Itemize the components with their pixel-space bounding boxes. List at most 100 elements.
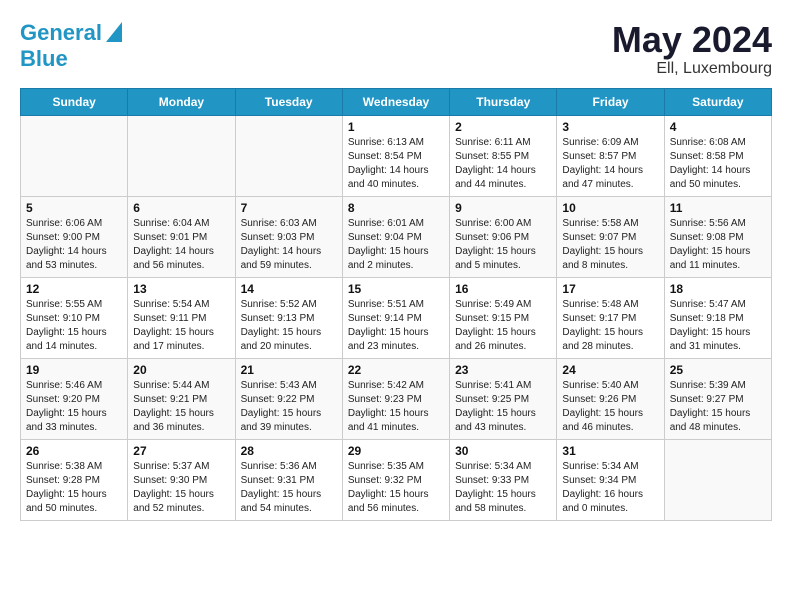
calendar-cell [128, 115, 235, 196]
calendar-cell: 27Sunrise: 5:37 AM Sunset: 9:30 PM Dayli… [128, 439, 235, 520]
day-number: 20 [133, 363, 229, 377]
day-info: Sunrise: 6:08 AM Sunset: 8:58 PM Dayligh… [670, 136, 766, 192]
calendar-cell: 1 Sunrise: 6:13 AM Sunset: 8:54 PM Daylig… [342, 115, 449, 196]
calendar-cell: 19 Sunrise: 5:46 AM Sunset: 9:20 PM Dayli… [21, 358, 128, 439]
day-info: Sunrise: 6:13 AM Sunset: 8:54 PM Dayligh… [348, 136, 444, 192]
day-number: 18 [670, 282, 766, 296]
calendar-cell: 5 Sunrise: 6:06 AM Sunset: 9:00 PM Daylig… [21, 196, 128, 277]
calendar-cell [664, 439, 771, 520]
calendar-cell: 23 Sunrise: 5:41 AM Sunset: 9:25 PM Dayli… [450, 358, 557, 439]
day-info: Sunrise: 5:46 AM Sunset: 9:20 PM Dayligh… [26, 379, 122, 435]
calendar-cell: 30 Sunrise: 5:34 AM Sunset: 9:33 PM Dayli… [450, 439, 557, 520]
day-number: 4 [670, 120, 766, 134]
day-number: 5 [26, 201, 122, 215]
calendar-cell: 26 Sunrise: 5:38 AM Sunset: 9:28 PM Dayli… [21, 439, 128, 520]
calendar-cell: 31Sunrise: 5:34 AM Sunset: 9:34 PM Dayli… [557, 439, 664, 520]
day-info: Sunrise: 5:34 AM Sunset: 9:33 PM Dayligh… [455, 460, 551, 516]
day-info: Sunrise: 5:49 AM Sunset: 9:15 PM Dayligh… [455, 298, 551, 354]
weekday-header-wednesday: Wednesday [342, 88, 449, 115]
title-block: May 2024 Ell, Luxembourg [612, 20, 772, 78]
weekday-header-sunday: Sunday [21, 88, 128, 115]
weekday-header-friday: Friday [557, 88, 664, 115]
day-number: 15 [348, 282, 444, 296]
weekday-header-tuesday: Tuesday [235, 88, 342, 115]
day-info: Sunrise: 5:34 AM Sunset: 9:34 PM Dayligh… [562, 460, 658, 516]
day-number: 25 [670, 363, 766, 377]
month-title: May 2024 [612, 20, 772, 60]
calendar-cell: 13 Sunrise: 5:54 AM Sunset: 9:11 PM Dayli… [128, 277, 235, 358]
calendar-cell: 9Sunrise: 6:00 AM Sunset: 9:06 PM Daylig… [450, 196, 557, 277]
day-info: Sunrise: 5:54 AM Sunset: 9:11 PM Dayligh… [133, 298, 229, 354]
calendar-week-2: 5 Sunrise: 6:06 AM Sunset: 9:00 PM Daylig… [21, 196, 772, 277]
day-number: 27 [133, 444, 229, 458]
day-number: 14 [241, 282, 337, 296]
calendar-cell: 21 Sunrise: 5:43 AM Sunset: 9:22 PM Dayli… [235, 358, 342, 439]
day-info: Sunrise: 5:40 AM Sunset: 9:26 PM Dayligh… [562, 379, 658, 435]
day-info: Sunrise: 5:41 AM Sunset: 9:25 PM Dayligh… [455, 379, 551, 435]
calendar-week-1: 1 Sunrise: 6:13 AM Sunset: 8:54 PM Daylig… [21, 115, 772, 196]
day-number: 16 [455, 282, 551, 296]
location: Ell, Luxembourg [612, 60, 772, 78]
day-number: 30 [455, 444, 551, 458]
day-info: Sunrise: 6:01 AM Sunset: 9:04 PM Dayligh… [348, 217, 444, 273]
calendar-cell: 4 Sunrise: 6:08 AM Sunset: 8:58 PM Daylig… [664, 115, 771, 196]
day-number: 12 [26, 282, 122, 296]
day-number: 1 [348, 120, 444, 134]
calendar-cell: 16 Sunrise: 5:49 AM Sunset: 9:15 PM Dayli… [450, 277, 557, 358]
calendar-cell: 29 Sunrise: 5:35 AM Sunset: 9:32 PM Dayli… [342, 439, 449, 520]
logo-text-blue: Blue [20, 47, 68, 71]
calendar-cell: 12 Sunrise: 5:55 AM Sunset: 9:10 PM Dayli… [21, 277, 128, 358]
calendar-cell: 28Sunrise: 5:36 AM Sunset: 9:31 PM Dayli… [235, 439, 342, 520]
day-number: 7 [241, 201, 337, 215]
calendar-cell: 11Sunrise: 5:56 AM Sunset: 9:08 PM Dayli… [664, 196, 771, 277]
day-number: 10 [562, 201, 658, 215]
day-number: 21 [241, 363, 337, 377]
day-info: Sunrise: 5:58 AM Sunset: 9:07 PM Dayligh… [562, 217, 658, 273]
day-info: Sunrise: 6:03 AM Sunset: 9:03 PM Dayligh… [241, 217, 337, 273]
calendar-cell [21, 115, 128, 196]
day-number: 23 [455, 363, 551, 377]
day-info: Sunrise: 6:11 AM Sunset: 8:55 PM Dayligh… [455, 136, 551, 192]
day-number: 22 [348, 363, 444, 377]
day-info: Sunrise: 5:51 AM Sunset: 9:14 PM Dayligh… [348, 298, 444, 354]
calendar-cell: 17Sunrise: 5:48 AM Sunset: 9:17 PM Dayli… [557, 277, 664, 358]
calendar-cell: 6 Sunrise: 6:04 AM Sunset: 9:01 PM Daylig… [128, 196, 235, 277]
calendar-week-3: 12 Sunrise: 5:55 AM Sunset: 9:10 PM Dayli… [21, 277, 772, 358]
calendar-body: 1 Sunrise: 6:13 AM Sunset: 8:54 PM Daylig… [21, 115, 772, 520]
day-info: Sunrise: 5:42 AM Sunset: 9:23 PM Dayligh… [348, 379, 444, 435]
calendar-cell: 10 Sunrise: 5:58 AM Sunset: 9:07 PM Dayli… [557, 196, 664, 277]
day-info: Sunrise: 5:39 AM Sunset: 9:27 PM Dayligh… [670, 379, 766, 435]
day-number: 8 [348, 201, 444, 215]
day-number: 26 [26, 444, 122, 458]
day-number: 13 [133, 282, 229, 296]
weekday-header-monday: Monday [128, 88, 235, 115]
calendar-cell: 3Sunrise: 6:09 AM Sunset: 8:57 PM Daylig… [557, 115, 664, 196]
calendar-cell: 18Sunrise: 5:47 AM Sunset: 9:18 PM Dayli… [664, 277, 771, 358]
weekday-header-thursday: Thursday [450, 88, 557, 115]
day-info: Sunrise: 5:38 AM Sunset: 9:28 PM Dayligh… [26, 460, 122, 516]
day-info: Sunrise: 5:52 AM Sunset: 9:13 PM Dayligh… [241, 298, 337, 354]
calendar-header: SundayMondayTuesdayWednesdayThursdayFrid… [21, 88, 772, 115]
day-number: 29 [348, 444, 444, 458]
calendar-cell: 20Sunrise: 5:44 AM Sunset: 9:21 PM Dayli… [128, 358, 235, 439]
day-info: Sunrise: 5:35 AM Sunset: 9:32 PM Dayligh… [348, 460, 444, 516]
calendar-cell: 8 Sunrise: 6:01 AM Sunset: 9:04 PM Daylig… [342, 196, 449, 277]
logo: General Blue [20, 20, 122, 71]
calendar-cell: 14 Sunrise: 5:52 AM Sunset: 9:13 PM Dayli… [235, 277, 342, 358]
day-info: Sunrise: 5:36 AM Sunset: 9:31 PM Dayligh… [241, 460, 337, 516]
day-number: 19 [26, 363, 122, 377]
day-info: Sunrise: 6:04 AM Sunset: 9:01 PM Dayligh… [133, 217, 229, 273]
day-info: Sunrise: 5:55 AM Sunset: 9:10 PM Dayligh… [26, 298, 122, 354]
calendar-cell: 22 Sunrise: 5:42 AM Sunset: 9:23 PM Dayli… [342, 358, 449, 439]
day-number: 9 [455, 201, 551, 215]
day-number: 24 [562, 363, 658, 377]
day-info: Sunrise: 6:09 AM Sunset: 8:57 PM Dayligh… [562, 136, 658, 192]
calendar-cell: 2Sunrise: 6:11 AM Sunset: 8:55 PM Daylig… [450, 115, 557, 196]
logo-text-general: General [20, 21, 102, 45]
day-number: 6 [133, 201, 229, 215]
day-info: Sunrise: 5:43 AM Sunset: 9:22 PM Dayligh… [241, 379, 337, 435]
day-info: Sunrise: 6:06 AM Sunset: 9:00 PM Dayligh… [26, 217, 122, 273]
weekday-header-saturday: Saturday [664, 88, 771, 115]
weekday-row: SundayMondayTuesdayWednesdayThursdayFrid… [21, 88, 772, 115]
calendar-cell: 24 Sunrise: 5:40 AM Sunset: 9:26 PM Dayli… [557, 358, 664, 439]
